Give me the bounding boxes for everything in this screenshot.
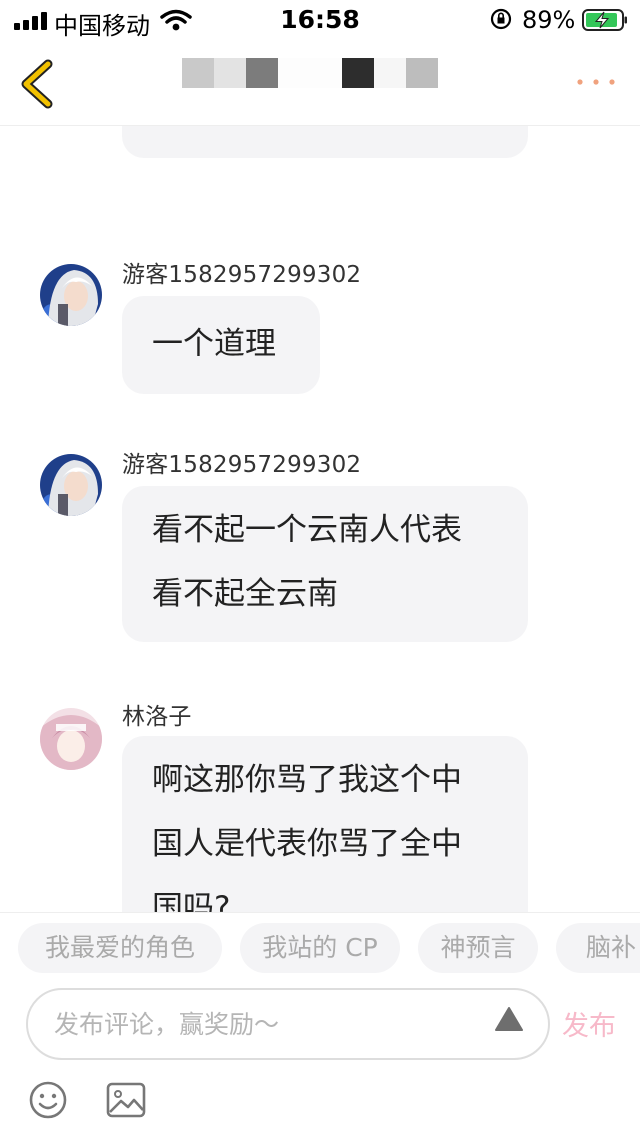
message-bubble[interactable]: 一个道理 [122,296,320,394]
quick-tag[interactable]: 神预言 [418,923,538,973]
expand-triangle-icon[interactable] [494,1006,524,1032]
chat-list[interactable]: 脑子有问题去看医生吧 游客1582957299302 一个道理 [0,126,640,912]
message-line: 啊这那你骂了我这个中 [152,762,462,798]
battery-percent: 89% [522,6,576,34]
comment-input-box[interactable] [26,988,550,1060]
quick-tag[interactable]: 我最爱的角色 [18,923,222,973]
composer-toolbar [0,1062,640,1136]
sender-name: 游客1582957299302 [122,452,362,478]
silver-hair-avatar[interactable] [40,264,102,326]
message-bubble[interactable]: 看不起一个云南人代表 看不起全云南 [122,486,528,642]
back-button[interactable] [14,58,62,110]
message-line: 一个道理 [152,326,276,362]
comment-input[interactable] [54,1004,494,1044]
battery-charging-icon [582,9,627,31]
comment-composer: 发布 [0,982,640,1062]
message-line: 国人是代表你骂了全中 [152,826,462,862]
message-line: 国吗? [152,890,231,912]
message-bubble[interactable]: 脑子有问题去看医生吧 [122,126,528,158]
nav-bar [0,40,640,126]
sender-name: 游客1582957299302 [122,262,362,288]
silver-hair-avatar[interactable] [40,454,102,516]
page-title-redacted [182,58,438,88]
emoji-icon[interactable] [28,1080,68,1120]
status-bar: 中国移动 16:58 89% [0,0,640,40]
publish-button[interactable]: 发布 [562,1004,616,1043]
image-icon[interactable] [106,1082,146,1118]
rotation-lock-icon [490,8,512,30]
message-bubble[interactable]: 啊这那你骂了我这个中 国人是代表你骂了全中 国吗? [122,736,528,912]
message-line: 看不起全云南 [152,576,338,612]
quick-tag[interactable]: 脑补 [556,923,640,973]
more-dots-icon[interactable] [574,72,618,92]
message-line: 看不起一个云南人代表 [152,512,462,548]
sender-name: 林洛子 [122,704,192,730]
message-line: 脑子有问题去看医生吧 [152,126,498,142]
anime-girl-avatar[interactable] [40,708,102,770]
quick-tag[interactable]: 我站的 CP [240,923,400,973]
quick-tag-bar: 我最爱的角色 我站的 CP 神预言 脑补 [0,912,640,982]
